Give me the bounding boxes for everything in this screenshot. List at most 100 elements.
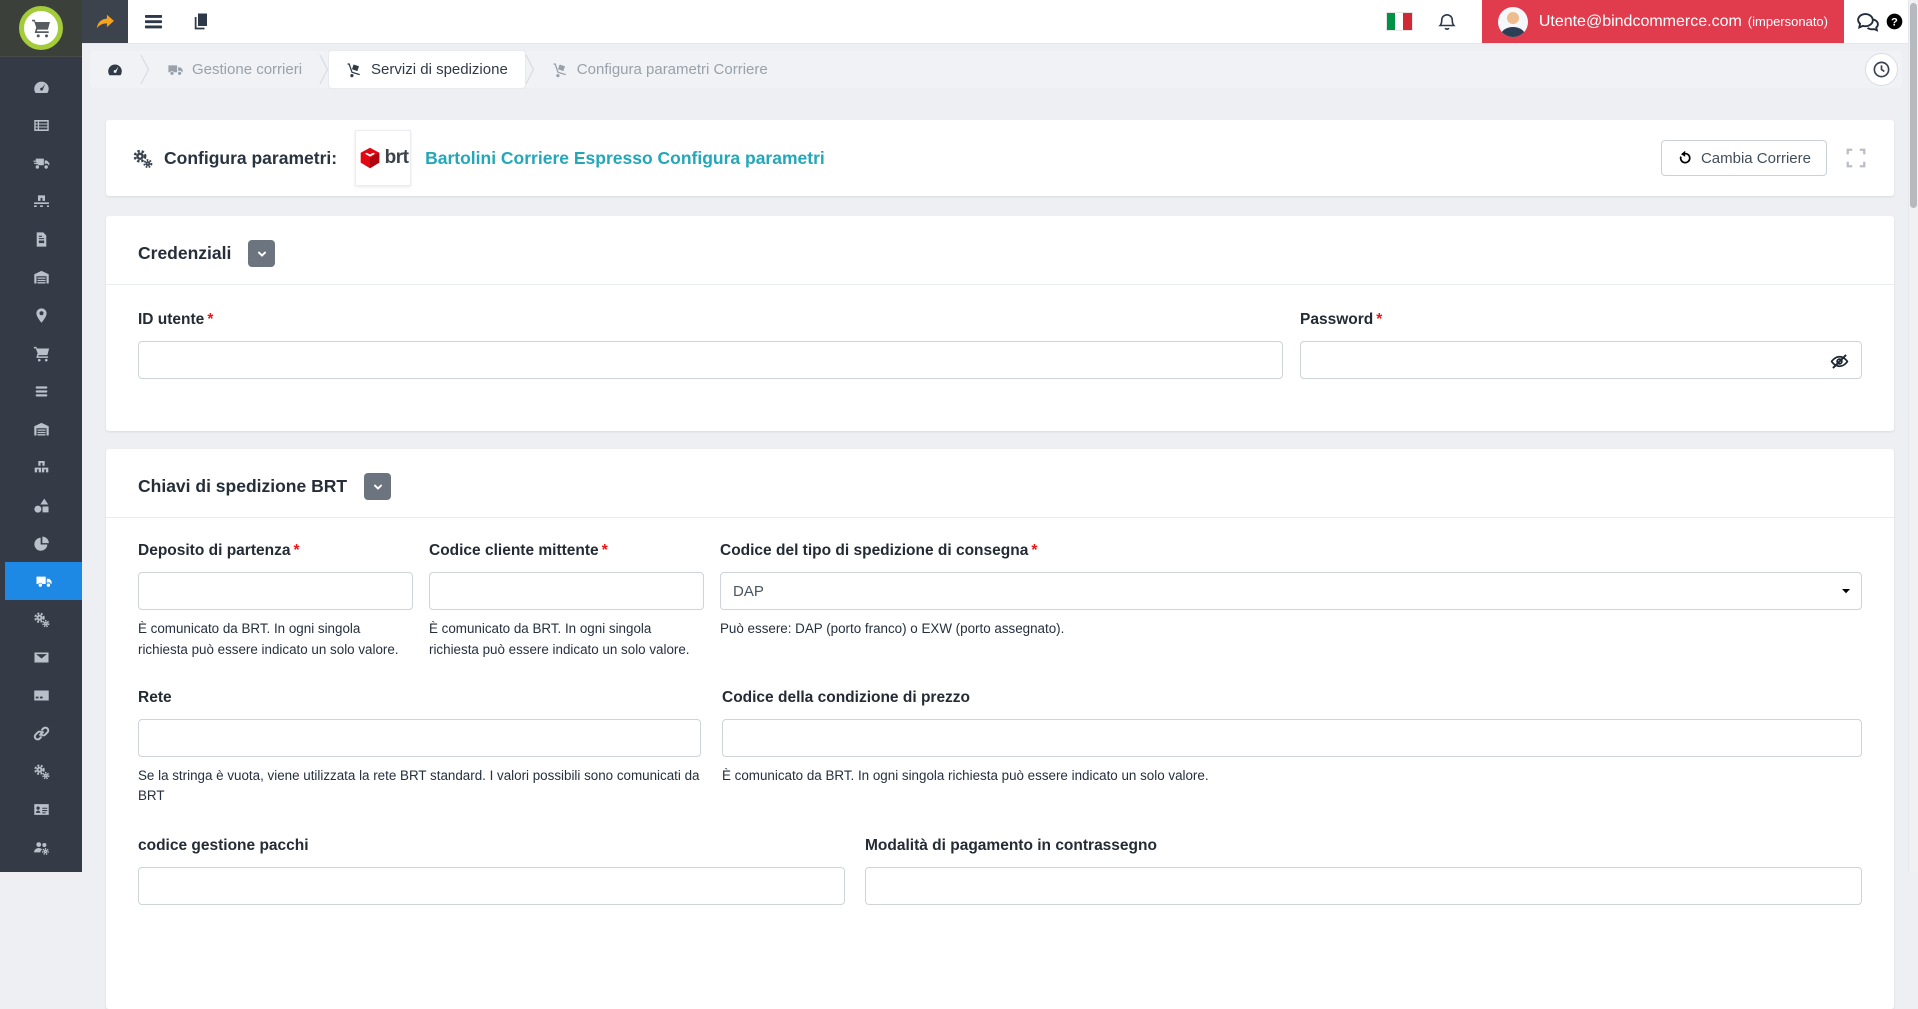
dolly-icon xyxy=(346,62,362,78)
sidebar-item-contacts-card[interactable] xyxy=(0,790,82,828)
sidebar-item-services-gears[interactable] xyxy=(0,752,82,790)
chevron-down-icon xyxy=(371,480,385,494)
password-input[interactable] xyxy=(1300,341,1862,379)
sidebar-toggle-button[interactable] xyxy=(82,0,128,43)
brt-logo: brt xyxy=(355,130,412,186)
users-gear-icon xyxy=(33,839,50,856)
deposito-di-partenza-input[interactable] xyxy=(138,572,413,610)
breadcrumb-gestione-corrieri[interactable]: Gestione corrieri xyxy=(150,51,319,88)
tipo-spedizione-select[interactable]: DAP xyxy=(720,572,1862,610)
sidebar-item-reports-pie[interactable] xyxy=(0,524,82,562)
codice-gestione-pacchi-input[interactable] xyxy=(138,867,845,906)
chat-button[interactable] xyxy=(1856,10,1880,34)
field-help: È comunicato da BRT. In ogni singola ric… xyxy=(722,767,1209,783)
invoices-icon xyxy=(33,231,50,248)
change-courier-label: Cambia Corriere xyxy=(1700,149,1811,167)
couriers-truck-icon xyxy=(35,573,52,590)
sidebar-item-connections-link[interactable] xyxy=(0,714,82,752)
change-courier-button[interactable]: Cambia Corriere xyxy=(1660,140,1827,176)
page-title: Configura parametri: xyxy=(164,147,338,168)
cart-icon xyxy=(33,345,50,362)
divider xyxy=(106,284,1894,285)
collapse-chiavi-brt-button[interactable] xyxy=(364,473,392,500)
boxes-icon xyxy=(33,459,50,476)
hamburger-icon xyxy=(143,11,164,32)
shipping-fast-icon xyxy=(33,155,50,172)
sidebar-item-shapes[interactable] xyxy=(0,486,82,524)
sidebar-item-shipping-fast[interactable] xyxy=(0,144,82,182)
required-asterisk: * xyxy=(207,311,214,328)
breadcrumb-separator xyxy=(525,51,535,88)
required-asterisk: * xyxy=(601,542,608,559)
sidebar-item-payments[interactable] xyxy=(0,676,82,714)
copy-button[interactable] xyxy=(191,12,211,32)
courier-name-link[interactable]: Bartolini Corriere Espresso Configura pa… xyxy=(425,148,825,169)
sidebar-item-warehouse-alt[interactable] xyxy=(0,410,82,448)
menu-button[interactable] xyxy=(143,11,164,32)
sidebar-item-couriers-truck[interactable] xyxy=(5,562,82,600)
impersonation-badge: (impersonato) xyxy=(1747,14,1828,29)
notifications-button[interactable] xyxy=(1437,12,1457,32)
breadcrumb-configura-parametri[interactable]: Configura parametri Corriere xyxy=(535,51,785,88)
id-utente-input[interactable] xyxy=(138,341,1283,379)
clock-icon xyxy=(1872,60,1891,79)
history-button[interactable] xyxy=(1865,53,1898,86)
codice-condizione-prezzo-input[interactable] xyxy=(722,718,1862,757)
reports-pie-icon xyxy=(33,535,50,552)
scrollbar-thumb[interactable] xyxy=(1910,3,1917,208)
breadcrumb-servizi-di-spedizione[interactable]: Servizi di spedizione xyxy=(329,51,525,88)
field-label-id-utente: ID utente * xyxy=(138,311,214,328)
collapse-credenziali-button[interactable] xyxy=(248,240,276,267)
brt-logo-text: brt xyxy=(384,147,409,168)
required-asterisk: * xyxy=(1031,542,1038,559)
brt-cube-icon xyxy=(358,146,382,170)
field-help: Può essere: DAP (porto franco) o EXW (po… xyxy=(720,621,1065,636)
breadcrumb-home[interactable] xyxy=(90,51,140,88)
sidebar-item-invoices[interactable] xyxy=(0,220,82,258)
user-menu[interactable]: Utente@bindcommerce.com (impersonato) xyxy=(1481,0,1844,43)
sidebar-item-settings-gears[interactable] xyxy=(0,600,82,638)
breadcrumb-label: Configura parametri Corriere xyxy=(576,61,768,78)
listings-icon xyxy=(33,383,50,400)
section-title-credenziali: Credenziali xyxy=(138,243,232,263)
contacts-card-icon xyxy=(33,801,50,818)
dolly-icon xyxy=(552,62,568,78)
sidebar-item-users-gear[interactable] xyxy=(0,828,82,866)
fullscreen-button[interactable] xyxy=(1844,146,1868,170)
messages-icon xyxy=(33,649,50,666)
brt-keys-card: Chiavi di spedizione BRT Deposito di par… xyxy=(106,449,1894,1009)
sidebar-item-cart[interactable] xyxy=(0,334,82,372)
breadcrumb: Gestione corrieri Servizi di spedizione … xyxy=(90,51,1902,88)
sidebar xyxy=(0,0,82,872)
sidebar-item-pallet[interactable] xyxy=(0,182,82,220)
sidebar-item-dashboard[interactable] xyxy=(0,68,82,106)
vertical-scrollbar[interactable] xyxy=(1908,0,1918,872)
sidebar-item-locations[interactable] xyxy=(0,296,82,334)
field-label-codice-cliente: Codice cliente mittente * xyxy=(429,542,608,559)
toggle-password-visibility-button[interactable] xyxy=(1829,351,1850,372)
field-label-gestione-pacchi: codice gestione pacchi xyxy=(138,837,309,855)
sidebar-item-messages[interactable] xyxy=(0,638,82,676)
divider xyxy=(106,517,1894,518)
sidebar-item-warehouse[interactable] xyxy=(0,258,82,296)
services-gears-icon xyxy=(33,763,50,780)
breadcrumb-label: Gestione corrieri xyxy=(192,61,303,78)
shapes-icon xyxy=(33,497,50,514)
sidebar-item-listings[interactable] xyxy=(0,372,82,410)
field-help: È comunicato da BRT. In ogni singola ric… xyxy=(138,621,399,657)
rete-input[interactable] xyxy=(138,718,701,757)
sidebar-item-orders-list[interactable] xyxy=(0,106,82,144)
breadcrumb-separator xyxy=(140,51,150,88)
top-bar: Utente@bindcommerce.com (impersonato) xyxy=(82,0,1908,44)
orders-list-icon xyxy=(33,117,50,134)
help-button[interactable] xyxy=(1885,12,1904,31)
credentials-card: Credenziali ID utente * Password * xyxy=(106,216,1894,431)
modalita-pagamento-contrassegno-input[interactable] xyxy=(865,867,1862,906)
codice-cliente-mittente-input[interactable] xyxy=(429,572,704,610)
language-flag-italy[interactable] xyxy=(1386,13,1412,30)
page-header: Configura parametri: brt Bartolini Corri… xyxy=(106,120,1894,196)
sidebar-item-boxes[interactable] xyxy=(0,448,82,486)
app-logo[interactable] xyxy=(0,0,82,57)
settings-gears-icon xyxy=(33,611,50,628)
field-label-tipo-spedizione: Codice del tipo di spedizione di consegn… xyxy=(720,542,1038,559)
